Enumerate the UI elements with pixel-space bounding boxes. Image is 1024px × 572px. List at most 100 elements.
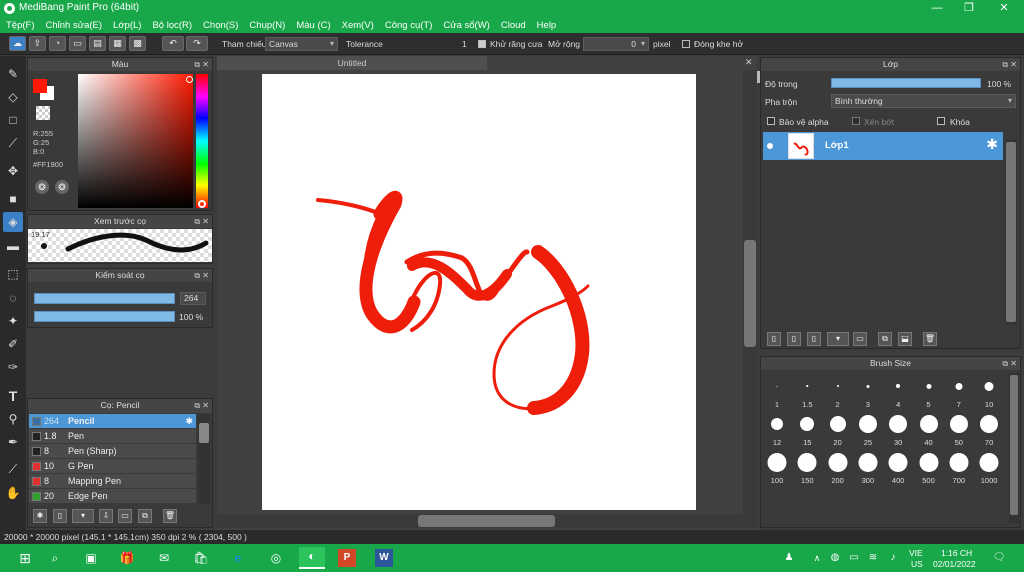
brush-size-preset[interactable]: 50 (944, 411, 974, 447)
layer-visibility-icon[interactable] (767, 143, 773, 149)
minimize-button[interactable]: — (920, 0, 954, 17)
lasso-tool-icon[interactable]: ◌ (3, 288, 23, 308)
brush-size-preset[interactable]: 700 (944, 449, 974, 485)
language-top[interactable]: VIE (909, 548, 923, 558)
panel-controls-icon[interactable]: ⧉ ✕ (1002, 58, 1017, 71)
redo-icon[interactable]: ↷ (186, 36, 208, 51)
add-brush-gear-icon[interactable]: ✱ (33, 509, 47, 523)
edge-browser-icon[interactable]: e (229, 549, 247, 567)
share-icon[interactable]: ⇪ (29, 36, 46, 51)
brush-size-preset[interactable]: 400 (883, 449, 913, 485)
gift-app-icon[interactable]: 🎁 (118, 549, 136, 567)
brush-size-preset[interactable]: 15 (792, 411, 822, 447)
import-brush-icon[interactable]: ⇩ (99, 509, 113, 523)
color-saturation-picker[interactable] (78, 74, 193, 208)
panel-controls-icon[interactable]: ⧉ ✕ (194, 269, 209, 282)
magic-wand-tool-icon[interactable]: ✦ (3, 311, 23, 331)
brush-size-preset[interactable]: 7 (944, 373, 974, 409)
brush-size-preset[interactable]: 25 (853, 411, 883, 447)
close-gap-checkbox[interactable] (682, 40, 690, 48)
brush-item[interactable]: 8 Mapping Pen (29, 474, 196, 489)
fill-shape-tool-icon[interactable]: ■ (3, 189, 23, 209)
line-tool-icon[interactable]: ⟋ (3, 133, 23, 153)
hand-tool-icon[interactable]: ✋ (3, 483, 23, 503)
panel-controls-icon[interactable]: ⧉ ✕ (194, 58, 209, 71)
brush-size-preset[interactable]: 100 (762, 449, 792, 485)
divide-tool-icon[interactable]: ⟋ (3, 459, 23, 479)
folder-icon[interactable]: ▭ (118, 509, 132, 523)
duplicate-layer-icon[interactable]: ⧉ (878, 332, 892, 346)
brush-size-preset[interactable]: 12 (762, 411, 792, 447)
search-icon[interactable]: ⌕ (46, 549, 64, 567)
clipping-checkbox[interactable] (852, 117, 860, 125)
eyedropper-tool-icon[interactable]: ✒ (3, 432, 23, 452)
brush-size-preset[interactable]: 200 (823, 449, 853, 485)
palette-icon[interactable]: ❂ (35, 180, 49, 194)
volume-icon[interactable]: ♪ (884, 549, 902, 567)
select-eraser-tool-icon[interactable]: ✑ (3, 357, 23, 377)
new-8bit-layer-icon[interactable]: ▯ (807, 332, 821, 346)
color-picker-cursor[interactable] (186, 76, 193, 83)
close-button[interactable]: ✕ (987, 0, 1021, 17)
move-tool-icon[interactable]: ✥ (3, 161, 23, 181)
canvas-vertical-scroll-thumb[interactable] (744, 240, 756, 347)
panel-controls-icon[interactable]: ⧉ ✕ (194, 215, 209, 228)
menu-snap[interactable]: Chụp(N) (249, 20, 285, 31)
store-app-icon[interactable]: 🛍 (192, 549, 210, 567)
new-doc-icon[interactable]: ▭ (69, 36, 86, 51)
antialias-checkbox[interactable] (478, 40, 486, 48)
operation-tool-icon[interactable]: ⚲ (3, 409, 23, 429)
menu-help[interactable]: Help (537, 20, 557, 31)
notification-icon[interactable]: 🗨 (990, 549, 1008, 567)
rect-select-tool-icon[interactable]: ⬚ (3, 264, 23, 284)
tray-chevron-icon[interactable]: ∧ (808, 549, 826, 567)
language-bottom[interactable]: US (911, 559, 923, 569)
brush-menu-icon[interactable]: ▾ (72, 509, 94, 523)
comment-icon[interactable]: ◔ (49, 36, 66, 51)
menu-color[interactable]: Màu (C) (296, 20, 330, 31)
brush-item[interactable]: 10 G Pen (29, 459, 196, 474)
brush-size-preset[interactable]: 3 (853, 373, 883, 409)
cloud-icon[interactable]: ☁ (9, 36, 26, 51)
medibang-taskbar-icon[interactable]: ◐ (299, 547, 325, 569)
wifi-icon[interactable]: ≋ (864, 549, 882, 567)
brush-size-preset[interactable]: 300 (853, 449, 883, 485)
layer-folder-icon[interactable]: ▭ (853, 332, 867, 346)
brush-settings-gear-icon[interactable]: ✱ (185, 414, 193, 428)
delete-layer-icon[interactable]: 🗑 (923, 332, 937, 346)
menu-select[interactable]: Chọn(S) (203, 20, 238, 31)
bucket-tool-icon[interactable]: ◈ (3, 212, 23, 232)
undo-icon[interactable]: ↶ (162, 36, 184, 51)
chrome-browser-icon[interactable]: ◎ (267, 549, 285, 567)
brush-size-preset[interactable]: 5 (914, 373, 944, 409)
word-app-icon[interactable]: W (375, 549, 393, 567)
brush-size-slider[interactable] (34, 293, 175, 304)
lock-checkbox[interactable] (937, 117, 945, 125)
brush-item[interactable]: 264 Pencil ✱ (29, 414, 196, 429)
task-view-icon[interactable]: ▣ (82, 549, 100, 567)
foreground-color-swatch[interactable] (33, 79, 47, 93)
panel-controls-icon[interactable]: ⧉ ✕ (1002, 357, 1017, 370)
layer-row[interactable]: Lớp1 ✱ (763, 132, 1003, 160)
drawing-canvas[interactable] (262, 74, 696, 510)
menu-file[interactable]: Tệp(F) (6, 20, 35, 31)
grid-view-icon[interactable]: ▦ (109, 36, 126, 51)
clock-time[interactable]: 1:16 CH (941, 548, 972, 558)
brush-size-preset[interactable]: 2 (823, 373, 853, 409)
text-tool-icon[interactable]: T (3, 386, 23, 406)
menu-tools[interactable]: Công cụ(T) (385, 20, 433, 31)
palette-edit-icon[interactable]: ❂ (55, 180, 69, 194)
clock-date[interactable]: 02/01/2022 (933, 559, 976, 569)
menu-window[interactable]: Cửa sổ(W) (443, 20, 489, 31)
expand-input[interactable]: 0 (583, 37, 649, 51)
select-pen-tool-icon[interactable]: ✐ (3, 334, 23, 354)
panel-controls-icon[interactable]: ⧉ ✕ (194, 399, 209, 412)
powerpoint-app-icon[interactable]: P (338, 549, 356, 567)
brush-list-scroll-thumb[interactable] (199, 423, 209, 443)
brush-size-preset[interactable]: 20 (823, 411, 853, 447)
merge-layer-icon[interactable]: ⬓ (898, 332, 912, 346)
canvas-horizontal-scroll-thumb[interactable] (418, 515, 555, 527)
maximize-button[interactable]: ❐ (952, 0, 986, 17)
brush-size-scrollbar[interactable] (1009, 373, 1019, 523)
brush-item[interactable]: 20 Edge Pen (29, 489, 196, 504)
